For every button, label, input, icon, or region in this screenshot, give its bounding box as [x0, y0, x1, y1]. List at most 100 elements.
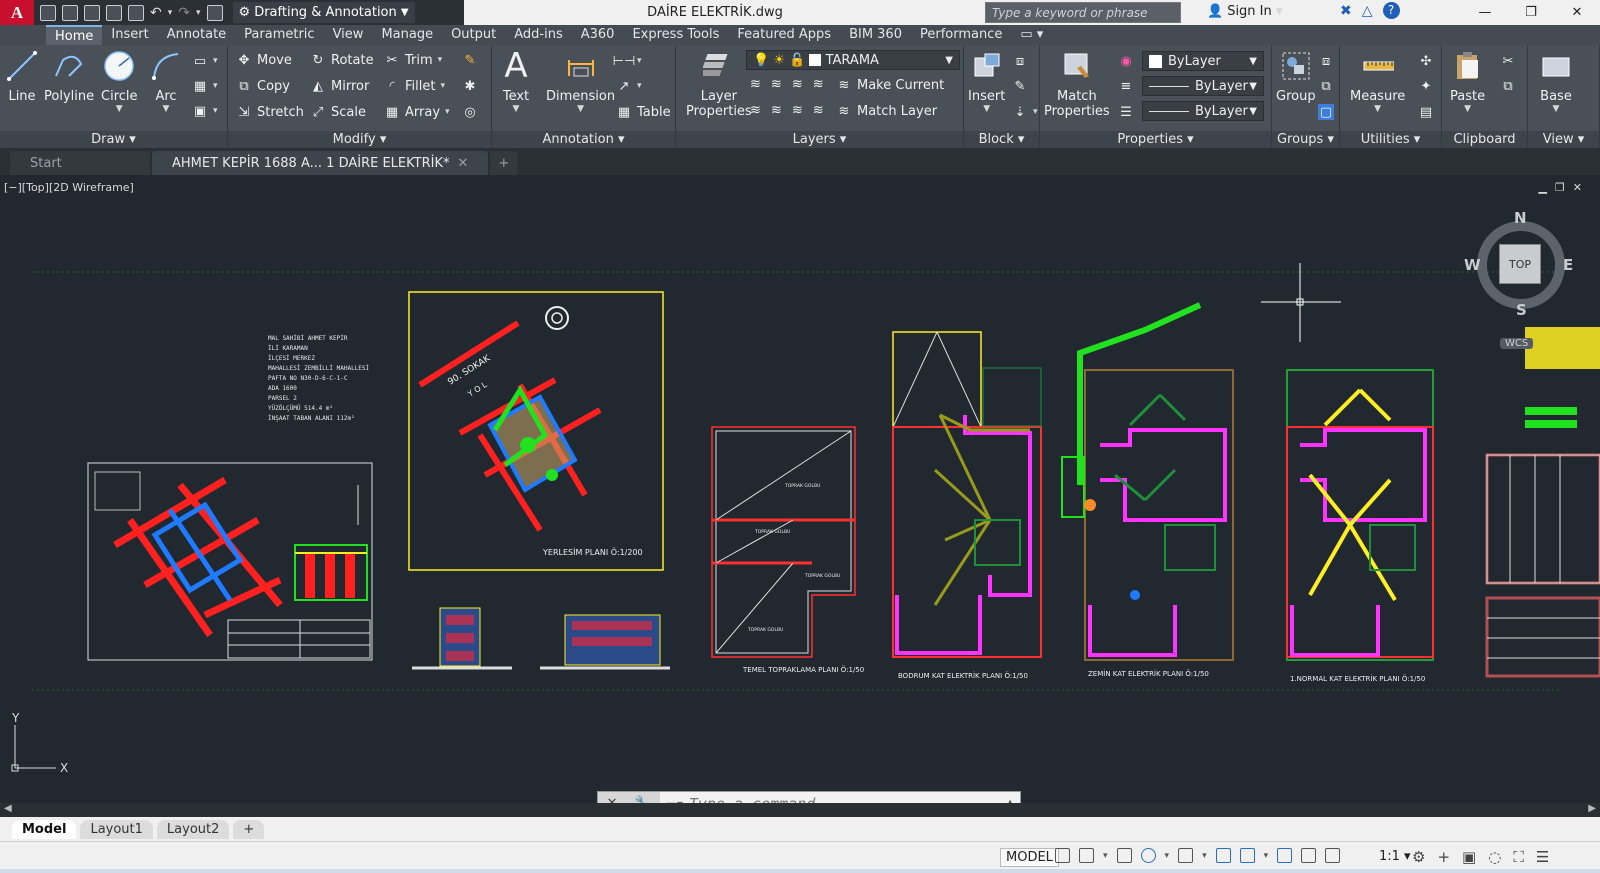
annotation-visibility-icon[interactable] [1277, 848, 1293, 863]
mirror-button[interactable]: ◭ Mirror [310, 78, 369, 94]
ribbon-tab-insert[interactable]: Insert [102, 25, 157, 45]
ortho-icon[interactable] [1116, 848, 1132, 863]
offset-button[interactable]: ◎ [462, 104, 478, 120]
new-file-icon[interactable] [40, 4, 56, 21]
redo-icon[interactable]: ↷ [178, 5, 190, 21]
block-panel-title[interactable]: Block ▾ [964, 131, 1039, 148]
isolate-objects-icon[interactable]: ◌ [1488, 848, 1501, 866]
create-block-button[interactable]: ⧈ [1012, 53, 1028, 69]
copy-button[interactable]: ⧉ Copy [236, 78, 290, 94]
workspace-switch-icon[interactable]: ⚙ [1412, 848, 1425, 866]
group-edit-button[interactable]: ⧉ [1318, 78, 1334, 94]
explode-button[interactable]: ✱ [462, 78, 478, 94]
undo-dropdown-icon[interactable]: ▾ [168, 8, 173, 18]
stretch-button[interactable]: ⇲ Stretch [236, 104, 304, 120]
layout-tab-layout2[interactable]: Layout2 [156, 819, 230, 839]
start-tab[interactable]: Start [10, 151, 150, 175]
object-snap-icon[interactable] [1239, 848, 1255, 863]
ribbon-tab-express-tools[interactable]: Express Tools [623, 25, 728, 45]
layer-dropdown[interactable]: 💡 ☀ 🔓 TARAMA ▼ [746, 50, 960, 70]
customization-icon[interactable]: ☰ [1536, 848, 1549, 866]
isodraft-icon[interactable] [1178, 848, 1194, 863]
print-icon[interactable] [128, 4, 144, 21]
insert-button[interactable]: Insert ▼ [968, 49, 1005, 114]
move-button[interactable]: ✥ Move [236, 52, 292, 68]
linetype-dropdown[interactable]: ByLayer ▼ [1142, 76, 1264, 96]
linetype-button[interactable]: ≡ [1118, 78, 1134, 94]
viewcube[interactable]: TOP N S E W [1464, 209, 1575, 319]
ribbon-tab-output[interactable]: Output [442, 25, 505, 45]
utilities-panel-title[interactable]: Utilities ▾ [1340, 131, 1441, 148]
hardware-acceleration-icon[interactable]: ▣ [1462, 848, 1476, 866]
draw-panel-title[interactable]: Draw ▾ [0, 131, 227, 148]
lineweight-dropdown[interactable]: ByLayer ▼ [1142, 101, 1264, 121]
model-space-toggle[interactable]: MODEL [1000, 848, 1059, 867]
layer-tools-row2[interactable]: ≋ ≋ ≋ ≋ [750, 103, 824, 118]
chevron-down-icon[interactable]: ▼ [163, 104, 170, 114]
group-button[interactable]: Group [1276, 49, 1316, 104]
ribbon-tab-manage[interactable]: Manage [372, 25, 442, 45]
a360-icon[interactable]: △ [1362, 3, 1373, 19]
scale-button[interactable]: ⤢ Scale [310, 104, 366, 120]
viewport-minimize-icon[interactable]: ▁ [1538, 181, 1546, 194]
minimize-icon[interactable]: — [1462, 0, 1508, 25]
measure-button[interactable]: Measure ▼ [1350, 49, 1405, 114]
viewport-close-icon[interactable]: ✕ [1573, 181, 1582, 194]
properties-panel-title[interactable]: Properties ▾ [1040, 131, 1271, 148]
redo-dropdown-icon[interactable]: ▾ [196, 8, 201, 18]
line-button[interactable]: Line [6, 49, 38, 104]
plus-icon[interactable]: + [1437, 848, 1450, 866]
ribbon-tab-home[interactable]: Home [46, 25, 103, 45]
help-icon[interactable]: ? [1382, 2, 1400, 19]
color-dropdown[interactable]: ByLayer ▼ [1142, 51, 1264, 71]
copy-clip-button[interactable]: ⧉ [1500, 78, 1516, 94]
edit-block-button[interactable]: ✎ [1012, 78, 1028, 94]
ribbon-tab-a360[interactable]: A360 [572, 25, 624, 45]
compass-west[interactable]: W [1464, 256, 1481, 274]
scroll-right-icon[interactable]: ▶ [1588, 803, 1596, 814]
trim-button[interactable]: ✂ Trim ▾ [384, 52, 443, 68]
clipboard-panel-title[interactable]: Clipboard [1442, 131, 1527, 148]
base-button[interactable]: Base ▼ [1540, 49, 1572, 114]
attribute-button[interactable]: ⇣ ▾ [1012, 104, 1038, 120]
groups-panel-title[interactable]: Groups ▾ [1272, 131, 1339, 148]
fillet-button[interactable]: ◜ Fillet ▾ [384, 78, 445, 94]
circle-button[interactable]: Circle ▼ [101, 49, 138, 114]
array-button[interactable]: ▦ Array ▾ [384, 104, 450, 120]
modify-panel-title[interactable]: Modify ▾ [228, 131, 491, 148]
layout-tab-model[interactable]: Model [12, 819, 77, 839]
erase-button[interactable]: ✎ [462, 52, 478, 68]
rotate-button[interactable]: ↻ Rotate [310, 52, 374, 68]
new-layout-button[interactable]: + [233, 819, 265, 839]
ribbon-tab-annotate[interactable]: Annotate [158, 25, 235, 45]
calculator-button[interactable]: ▤ [1418, 104, 1434, 120]
match-layer-button[interactable]: ≋ Match Layer [836, 103, 938, 119]
leader-button[interactable]: ↗ ▾ [616, 78, 642, 94]
make-current-button[interactable]: ≋ Make Current [836, 77, 945, 93]
workspace-selector[interactable]: ⚙ Drafting & Annotation ▼ [232, 2, 415, 23]
ribbon-tab-add-ins[interactable]: Add-ins [505, 25, 571, 45]
maximize-icon[interactable]: ❐ [1508, 0, 1554, 25]
match-properties-button[interactable]: Match Properties [1044, 49, 1110, 119]
dimension-button[interactable]: Dimension ▼ [546, 49, 615, 114]
plot-icon[interactable] [206, 4, 223, 21]
polyline-button[interactable]: Polyline [44, 49, 94, 104]
text-button[interactable]: A Text ▼ [500, 46, 532, 114]
save-as-icon[interactable] [106, 4, 122, 21]
chevron-down-icon[interactable]: ▼ [116, 104, 123, 114]
horizontal-scrollbar[interactable]: ◀ ▶ [0, 803, 1600, 817]
close-icon[interactable]: ✕ [1554, 0, 1600, 25]
viewport-restore-icon[interactable]: ❐ [1555, 181, 1565, 194]
viewcube-top-face[interactable]: TOP [1499, 244, 1541, 284]
rectangle-button[interactable]: ▭ ▾ [192, 53, 218, 69]
layer-tools-row1[interactable]: ≋ ≋ ≋ ≋ [750, 77, 824, 92]
open-file-icon[interactable] [62, 4, 78, 21]
drawing-canvas[interactable]: MAL SAHİBİ AHMET KEPİR İLİ KARAMAN İLÇESİ … [0, 175, 1600, 803]
layer-properties-button[interactable]: Layer Properties [686, 49, 752, 119]
layers-panel-title[interactable]: Layers ▾ [676, 131, 963, 148]
region-button[interactable]: ▣ ▾ [192, 103, 218, 119]
ribbon-tab-performance[interactable]: Performance [911, 25, 1011, 45]
clean-screen-icon[interactable]: ⛶ [1513, 848, 1524, 866]
new-tab-button[interactable]: + [490, 151, 518, 175]
snap-icon[interactable] [1079, 848, 1094, 863]
